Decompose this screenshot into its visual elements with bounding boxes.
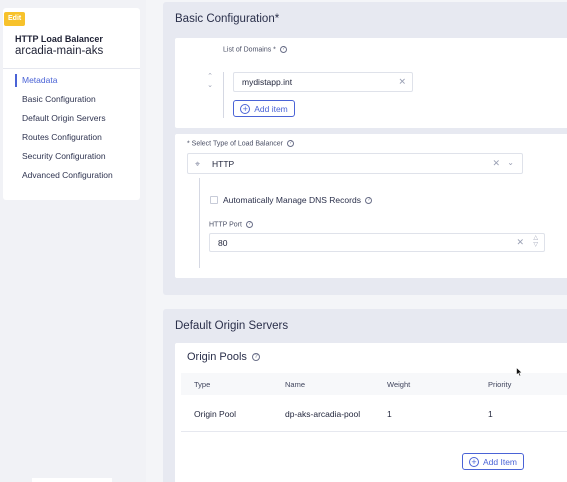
port-input[interactable]: 80 ✕ △ ▽ <box>209 233 545 252</box>
basic-configuration-title: Basic Configuration* <box>175 13 280 25</box>
cell-name: dp-aks-arcadia-pool <box>285 409 361 419</box>
row-divider <box>181 431 567 432</box>
chevron-down-icon: ⌄ <box>207 82 213 89</box>
object-name: arcadia-main-aks <box>15 45 104 57</box>
object-type: HTTP Load Balancer <box>15 34 103 44</box>
clear-icon[interactable]: ✕ <box>516 238 524 247</box>
cell-priority: 1 <box>488 409 493 419</box>
clear-icon[interactable]: ✕ <box>492 159 500 168</box>
sidebar-item-routes-configuration[interactable]: Routes Configuration <box>15 131 135 150</box>
reorder-handle[interactable]: ⌃ ⌄ <box>205 72 215 92</box>
clear-icon[interactable]: ✕ <box>398 77 406 87</box>
column-type: Type <box>194 380 211 389</box>
add-domain-label: Add item <box>254 103 288 114</box>
basic-configuration-section: Basic Configuration* List of Domains * ?… <box>163 2 567 295</box>
table-header: Type Name Weight Priority <box>181 373 567 395</box>
info-icon[interactable]: ? <box>286 140 294 147</box>
lb-type-card: * Select Type of Load Balancer ? ⌖ HTTP … <box>175 134 567 278</box>
domain-value: mydistapp.int <box>242 77 293 87</box>
default-origin-servers-title: Default Origin Servers <box>175 320 289 332</box>
lb-type-label: * Select Type of Load Balancer <box>187 140 283 148</box>
chevron-up-icon: ⌃ <box>207 73 213 80</box>
origin-pools-title: Origin Pools <box>187 351 247 363</box>
add-circle-icon: + <box>240 103 251 114</box>
port-label: HTTP Port <box>209 221 242 229</box>
table-row[interactable]: Origin Pool dp-aks-arcadia-pool 1 1 <box>181 395 567 431</box>
cell-type: Origin Pool <box>194 409 237 419</box>
lb-type-select[interactable]: ⌖ HTTP ✕ ⌄ <box>187 153 523 174</box>
sidebar-footer <box>32 478 112 482</box>
sidebar-item-metadata[interactable]: Metadata <box>15 74 135 87</box>
dns-label: Automatically Manage DNS Records <box>223 195 361 205</box>
main-content: Basic Configuration* List of Domains * ?… <box>146 0 567 482</box>
domains-label-row: List of Domains * ? <box>223 46 287 53</box>
domain-input[interactable]: mydistapp.int ✕ <box>233 72 413 92</box>
add-origin-pool-label: Add Item <box>482 456 518 467</box>
mouse-cursor-icon <box>516 367 523 377</box>
sidebar-item-basic-configuration[interactable]: Basic Configuration <box>15 93 135 112</box>
default-origin-servers-section: Default Origin Servers Origin Pools ? Ty… <box>163 309 567 482</box>
load-balancer-type-icon: ⌖ <box>195 159 201 169</box>
info-icon[interactable]: ? <box>365 197 373 205</box>
column-priority: Priority <box>488 380 512 389</box>
dropdown-chevron-icon[interactable]: ⌄ <box>507 158 514 168</box>
info-icon[interactable]: ? <box>251 353 260 362</box>
sidebar-item-advanced-configuration[interactable]: Advanced Configuration <box>15 169 135 188</box>
column-name: Name <box>285 380 306 389</box>
domains-guide-line <box>223 72 224 118</box>
sidebar-divider <box>3 68 140 69</box>
edit-badge: Edit <box>4 12 26 26</box>
info-icon[interactable]: ? <box>245 221 253 228</box>
origin-pools-card: Origin Pools ? Type Name Weight Priority… <box>175 343 567 482</box>
cell-weight: 1 <box>387 409 392 419</box>
sidebar: Edit HTTP Load Balancer arcadia-main-aks… <box>0 0 146 482</box>
port-value: 80 <box>218 237 228 248</box>
info-icon[interactable]: ? <box>279 46 287 53</box>
dns-checkbox[interactable] <box>210 196 218 204</box>
dns-label-row: Automatically Manage DNS Records ? <box>223 195 373 205</box>
origin-pools-title-row: Origin Pools ? <box>187 351 260 363</box>
add-circle-icon: + <box>468 456 479 467</box>
lb-type-label-row: * Select Type of Load Balancer ? <box>187 140 294 147</box>
lb-type-guide-line <box>199 178 200 268</box>
add-domain-button[interactable]: + Add item <box>233 100 295 117</box>
add-origin-pool-button[interactable]: + Add Item <box>462 453 524 470</box>
sidebar-item-security-configuration[interactable]: Security Configuration <box>15 150 135 169</box>
column-weight: Weight <box>387 380 411 389</box>
domains-card: List of Domains * ? ⌃ ⌄ mydistapp.int ✕ … <box>175 38 567 128</box>
sidebar-item-default-origin-servers[interactable]: Default Origin Servers <box>15 112 135 131</box>
stepper-icon[interactable]: △ ▽ <box>533 235 538 249</box>
port-label-row: HTTP Port ? <box>209 221 253 228</box>
lb-type-value: HTTP <box>212 158 235 169</box>
domains-label: List of Domains * <box>223 46 276 54</box>
sidebar-nav: Metadata Basic Configuration Default Ori… <box>15 74 135 188</box>
